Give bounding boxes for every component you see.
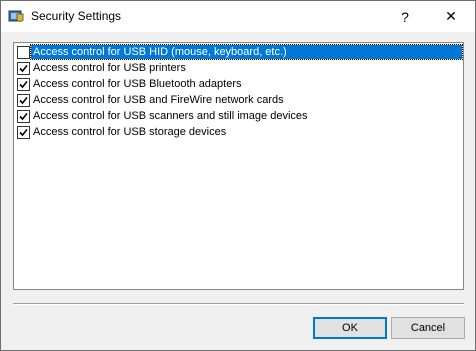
help-button[interactable]: ? [382, 1, 428, 32]
checkbox[interactable] [17, 62, 30, 75]
cancel-button[interactable]: Cancel [391, 317, 465, 339]
window-title: Security Settings [31, 9, 122, 23]
list-item[interactable]: Access control for USB Bluetooth adapter… [15, 76, 462, 92]
list-item[interactable]: Access control for USB HID (mouse, keybo… [15, 44, 463, 60]
checkbox[interactable] [17, 46, 30, 59]
list-item[interactable]: Access control for USB scanners and stil… [15, 108, 462, 124]
list-item-label: Access control for USB Bluetooth adapter… [33, 78, 242, 90]
title-bar[interactable]: Security Settings ? ✕ [1, 1, 475, 32]
checkbox[interactable] [17, 94, 30, 107]
checkbox[interactable] [17, 110, 30, 123]
list-item-label: Access control for USB storage devices [33, 126, 227, 138]
ok-button[interactable]: OK [313, 317, 387, 339]
checkbox[interactable] [17, 126, 30, 139]
list-item[interactable]: Access control for USB storage devices [15, 124, 462, 140]
list-item[interactable]: Access control for USB printers [15, 60, 462, 76]
list-item-label: Access control for USB scanners and stil… [33, 110, 308, 122]
app-icon [8, 8, 24, 24]
separator [13, 303, 464, 305]
close-button[interactable]: ✕ [428, 1, 474, 32]
list-item-label: Access control for USB printers [33, 62, 186, 74]
permissions-list[interactable]: Access control for USB HID (mouse, keybo… [13, 42, 464, 290]
list-item-label: Access control for USB and FireWire netw… [33, 94, 284, 106]
list-item-label: Access control for USB HID (mouse, keybo… [30, 44, 463, 60]
list-item[interactable]: Access control for USB and FireWire netw… [15, 92, 462, 108]
checkbox[interactable] [17, 78, 30, 91]
security-settings-dialog: Security Settings ? ✕ Access control for… [0, 0, 476, 351]
